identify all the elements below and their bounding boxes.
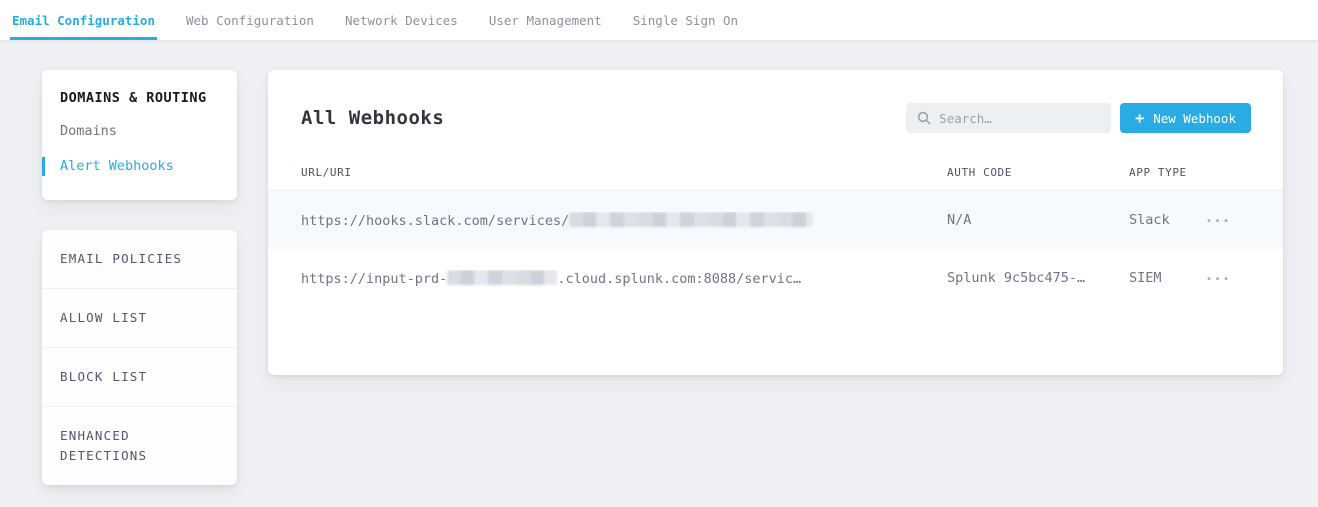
top-navbar: Email Configuration Web Configuration Ne…: [0, 0, 1318, 40]
table-row: https://hooks.slack.com/services/ N/A Sl…: [268, 191, 1283, 249]
sidebar-sections-card: EMAIL POLICIES ALLOW LIST BLOCK LIST ENH…: [42, 230, 237, 485]
row-actions-cell: •••: [1206, 270, 1283, 286]
auth-code-cell: N/A: [947, 212, 1129, 228]
webhook-url-cell: https://hooks.slack.com/services/: [301, 212, 947, 229]
column-header-url-uri: URL/URI: [301, 166, 947, 179]
search-icon: [917, 111, 931, 125]
webhook-url-prefix: https://hooks.slack.com/services/: [301, 213, 569, 229]
search-box[interactable]: [906, 103, 1111, 133]
sidebar-item-email-policies[interactable]: EMAIL POLICIES: [42, 230, 237, 288]
sidebar-item-alert-webhooks[interactable]: Alert Webhooks: [42, 157, 237, 176]
plus-icon: +: [1135, 111, 1144, 126]
tab-web-configuration[interactable]: Web Configuration: [184, 0, 316, 40]
new-webhook-button[interactable]: + New Webhook: [1120, 103, 1251, 133]
row-menu-icon[interactable]: •••: [1206, 216, 1232, 227]
row-actions-cell: •••: [1206, 212, 1283, 228]
app-type-cell: Slack: [1129, 212, 1206, 228]
tab-email-configuration[interactable]: Email Configuration: [10, 0, 157, 40]
page-title: All Webhooks: [301, 107, 444, 129]
webhooks-panel: All Webhooks + New Webhook URL/URI AUTH …: [268, 70, 1283, 375]
sidebar: DOMAINS & ROUTING Domains Alert Webhooks…: [42, 70, 237, 485]
sidebar-item-domains[interactable]: Domains: [42, 122, 237, 141]
domains-routing-card: DOMAINS & ROUTING Domains Alert Webhooks: [42, 70, 237, 200]
sidebar-item-block-list[interactable]: BLOCK LIST: [42, 347, 237, 406]
tab-network-devices[interactable]: Network Devices: [343, 0, 460, 40]
redacted-url-segment: [569, 212, 813, 227]
table-row: https://input-prd- .cloud.splunk.com:8088…: [268, 249, 1283, 307]
redacted-url-segment: [447, 270, 557, 285]
column-header-app-type: APP TYPE: [1129, 166, 1206, 179]
panel-header: All Webhooks + New Webhook: [268, 70, 1283, 155]
tab-user-management[interactable]: User Management: [487, 0, 604, 40]
auth-code-cell: Splunk 9c5bc475-…: [947, 270, 1129, 286]
sidebar-item-allow-list[interactable]: ALLOW LIST: [42, 288, 237, 347]
search-input[interactable]: [939, 111, 1100, 126]
tab-single-sign-on[interactable]: Single Sign On: [631, 0, 740, 40]
webhook-url-prefix: https://input-prd-: [301, 271, 447, 287]
app-type-cell: SIEM: [1129, 270, 1206, 286]
column-header-auth-code: AUTH CODE: [947, 166, 1129, 179]
row-menu-icon[interactable]: •••: [1206, 274, 1232, 285]
header-actions: + New Webhook: [906, 103, 1251, 133]
new-webhook-button-label: New Webhook: [1153, 111, 1236, 126]
sidebar-item-enhanced-detections[interactable]: ENHANCED DETECTIONS: [42, 406, 237, 485]
page-content: DOMAINS & ROUTING Domains Alert Webhooks…: [0, 40, 1318, 485]
webhook-url-cell: https://input-prd- .cloud.splunk.com:8088…: [301, 270, 947, 287]
domains-routing-title: DOMAINS & ROUTING: [42, 90, 237, 106]
table-header: URL/URI AUTH CODE APP TYPE: [268, 155, 1283, 191]
webhook-url-suffix: .cloud.splunk.com:8088/servic…: [557, 271, 801, 287]
